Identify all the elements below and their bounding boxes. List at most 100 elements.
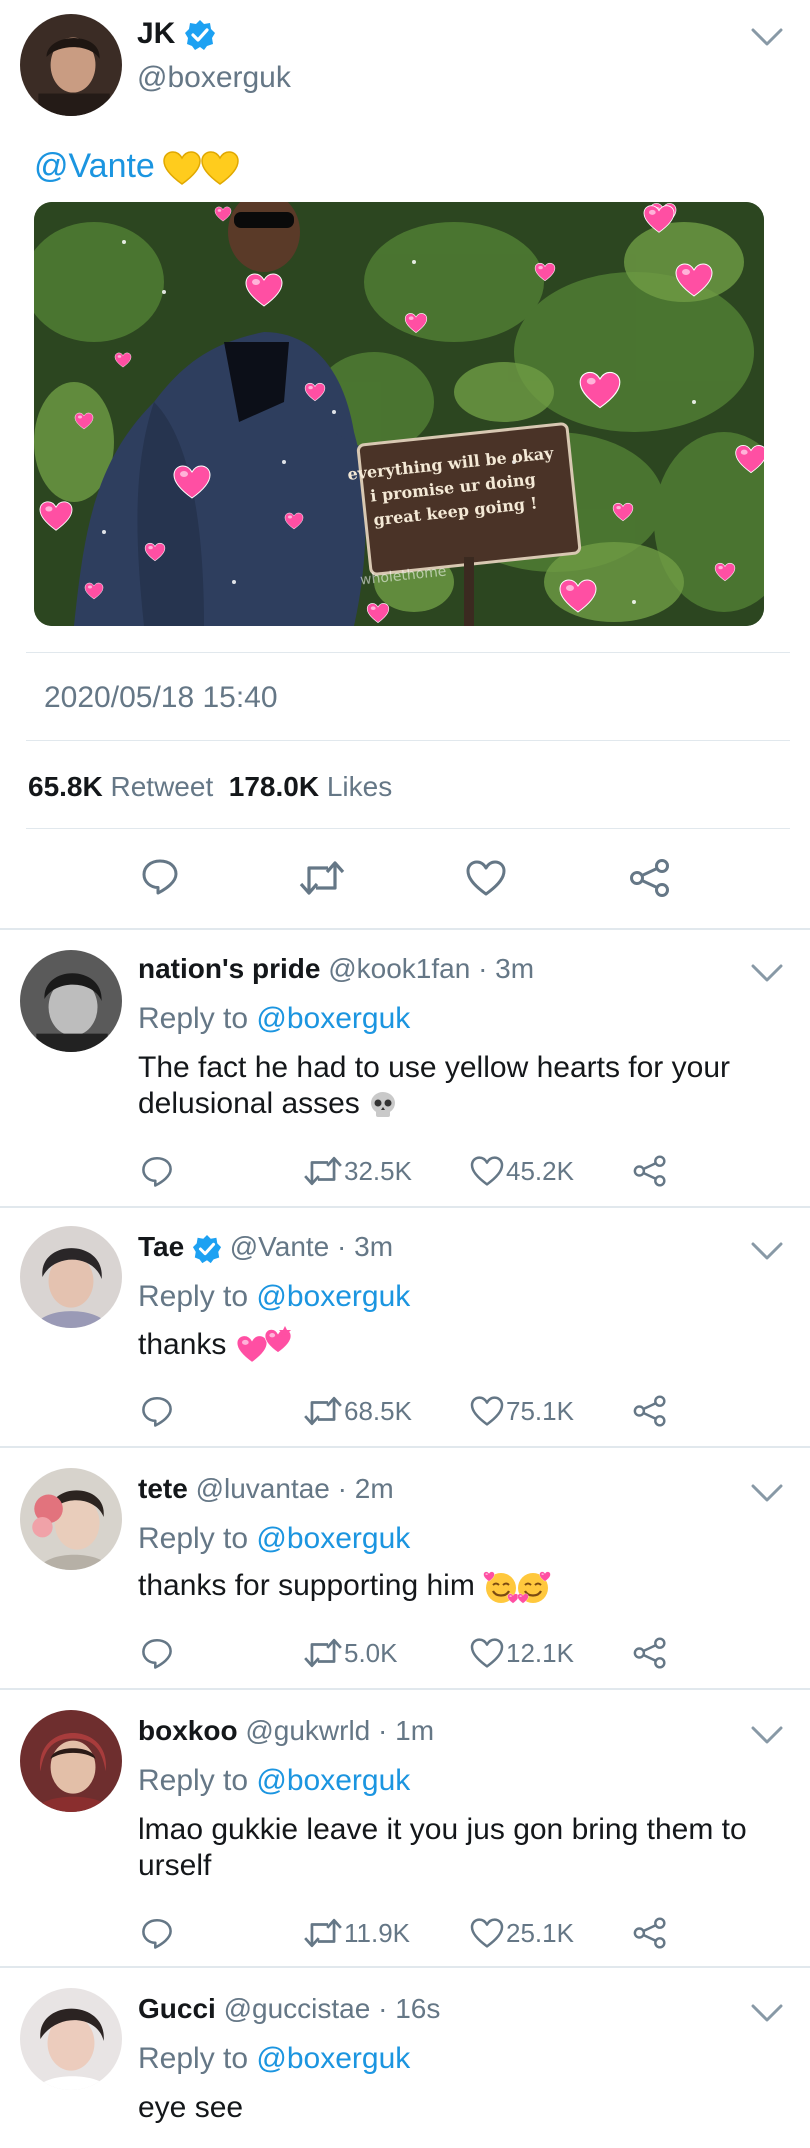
reply-author-name[interactable]: tete <box>138 1473 188 1504</box>
main-tweet: JK @boxerguk @Vante everything will be o… <box>0 0 810 930</box>
reply-to-user-link[interactable]: @boxerguk <box>256 1764 410 1797</box>
like-count[interactable]: 75.1K <box>506 1394 574 1428</box>
reply-text: thanks for supporting him <box>138 1568 778 1605</box>
retweet-icon[interactable] <box>298 858 346 898</box>
mention-link[interactable]: @Vante <box>34 147 155 185</box>
retweet-count[interactable]: 32.5K <box>344 1154 412 1188</box>
avatar[interactable] <box>20 1468 122 1570</box>
avatar[interactable] <box>20 1988 122 2090</box>
reply-to-line: Reply to @boxerguk <box>138 2040 410 2078</box>
retweet-icon[interactable] <box>302 1394 344 1428</box>
share-icon[interactable] <box>632 1916 668 1950</box>
reply-icon[interactable] <box>140 1394 174 1428</box>
retweet-count[interactable]: 5.0K <box>344 1636 398 1670</box>
avatar[interactable] <box>20 1226 122 1328</box>
avatar[interactable] <box>20 950 122 1052</box>
smiling-hearts-emoji <box>483 1571 551 1604</box>
reply-icon[interactable] <box>140 1916 174 1950</box>
chevron-down-icon[interactable] <box>750 1240 784 1262</box>
retweet-icon[interactable] <box>302 1916 344 1950</box>
reply-author-line: Gucci @guccistae · 16s <box>138 1990 440 2028</box>
like-count[interactable]: 25.1K <box>506 1916 574 1950</box>
reply-to-label: Reply to <box>138 2042 249 2075</box>
yellow-heart-emoji <box>201 151 240 185</box>
two-hearts-emoji <box>236 1326 292 1363</box>
reply-author-handle[interactable]: @gukwrld · 1m <box>245 1715 434 1746</box>
reply-author-name[interactable]: boxkoo <box>138 1715 238 1746</box>
reply-author-line: Tae @Vante · 3m <box>138 1228 393 1266</box>
reply-to-label: Reply to <box>138 1280 249 1313</box>
divider <box>0 1966 810 1968</box>
share-icon[interactable] <box>632 1636 668 1670</box>
reply-text-content: The fact he had to use yellow hearts for… <box>138 1051 730 1120</box>
verified-badge-icon <box>184 19 216 51</box>
reply-to-line: Reply to @boxerguk <box>138 1000 410 1038</box>
reply-author-handle[interactable]: @guccistae · 16s <box>224 1993 441 2024</box>
retweet-label[interactable]: Retweet <box>111 771 214 802</box>
reply-author-handle[interactable]: @kook1fan · 3m <box>328 953 534 984</box>
reply-to-user-link[interactable]: @boxerguk <box>256 1522 410 1555</box>
avatar[interactable] <box>20 1710 122 1812</box>
author-name-text: JK <box>137 17 176 50</box>
yellow-heart-emoji <box>163 151 202 185</box>
likes-count[interactable]: 178.0K <box>229 771 319 802</box>
retweet-count[interactable]: 65.8K <box>28 771 103 802</box>
like-icon[interactable] <box>470 1918 504 1948</box>
verified-badge-icon <box>192 1234 222 1264</box>
share-icon[interactable] <box>632 1154 668 1188</box>
timestamp[interactable]: 2020/05/18 15:40 <box>44 678 278 718</box>
reply-to-user-link[interactable]: @boxerguk <box>256 1002 410 1035</box>
reply-text: The fact he had to use yellow hearts for… <box>138 1050 778 1122</box>
like-icon[interactable] <box>466 860 506 896</box>
reply-text-content: thanks for supporting him <box>138 1569 475 1602</box>
reply-author-name[interactable]: Tae <box>138 1231 184 1262</box>
reply-to-label: Reply to <box>138 1764 249 1797</box>
avatar[interactable] <box>20 14 122 116</box>
divider <box>26 828 790 829</box>
divider <box>26 652 790 653</box>
tweet-stats: 65.8K Retweet 178.0K Likes <box>28 768 392 806</box>
reply-text: thanks <box>138 1326 778 1366</box>
reply-author-name[interactable]: Gucci <box>138 1993 216 2024</box>
like-count[interactable]: 45.2K <box>506 1154 574 1188</box>
reply-author-handle[interactable]: @Vante · 3m <box>230 1231 393 1262</box>
likes-label[interactable]: Likes <box>327 771 392 802</box>
chevron-down-icon[interactable] <box>750 1482 784 1504</box>
retweet-count[interactable]: 68.5K <box>344 1394 412 1428</box>
share-icon[interactable] <box>628 858 672 898</box>
reply-to-user-link[interactable]: @boxerguk <box>256 1280 410 1313</box>
reply-author-handle[interactable]: @luvantae · 2m <box>196 1473 394 1504</box>
like-icon[interactable] <box>470 1156 504 1186</box>
share-icon[interactable] <box>632 1394 668 1428</box>
reply-text-content: thanks <box>138 1327 227 1361</box>
retweet-count[interactable]: 11.9K <box>344 1916 410 1950</box>
retweet-icon[interactable] <box>302 1636 344 1670</box>
chevron-down-icon[interactable] <box>750 26 784 48</box>
author-handle[interactable]: @boxerguk <box>137 58 291 98</box>
divider <box>0 928 810 930</box>
author-name[interactable]: JK <box>137 14 216 54</box>
divider <box>0 1688 810 1690</box>
tweet-image[interactable] <box>34 202 764 626</box>
reply-to-label: Reply to <box>138 1002 249 1035</box>
reply-author-line: boxkoo @gukwrld · 1m <box>138 1712 434 1750</box>
reply-author-name[interactable]: nation's pride <box>138 953 320 984</box>
skull-emoji <box>371 1092 396 1118</box>
reply-author-line: nation's pride @kook1fan · 3m <box>138 950 534 988</box>
reply-icon[interactable] <box>140 1636 174 1670</box>
chevron-down-icon[interactable] <box>750 2002 784 2024</box>
reply-to-label: Reply to <box>138 1522 249 1555</box>
reply-text: eye see <box>138 2091 244 2124</box>
like-count[interactable]: 12.1K <box>506 1636 574 1670</box>
chevron-down-icon[interactable] <box>750 1724 784 1746</box>
like-icon[interactable] <box>470 1638 504 1668</box>
reply-author-line: tete @luvantae · 2m <box>138 1470 394 1508</box>
reply-to-user-link[interactable]: @boxerguk <box>256 2042 410 2075</box>
divider <box>26 740 790 741</box>
divider <box>0 1446 810 1448</box>
retweet-icon[interactable] <box>302 1154 344 1188</box>
like-icon[interactable] <box>470 1396 504 1426</box>
chevron-down-icon[interactable] <box>750 962 784 984</box>
reply-icon[interactable] <box>140 1154 174 1188</box>
reply-icon[interactable] <box>140 856 180 896</box>
